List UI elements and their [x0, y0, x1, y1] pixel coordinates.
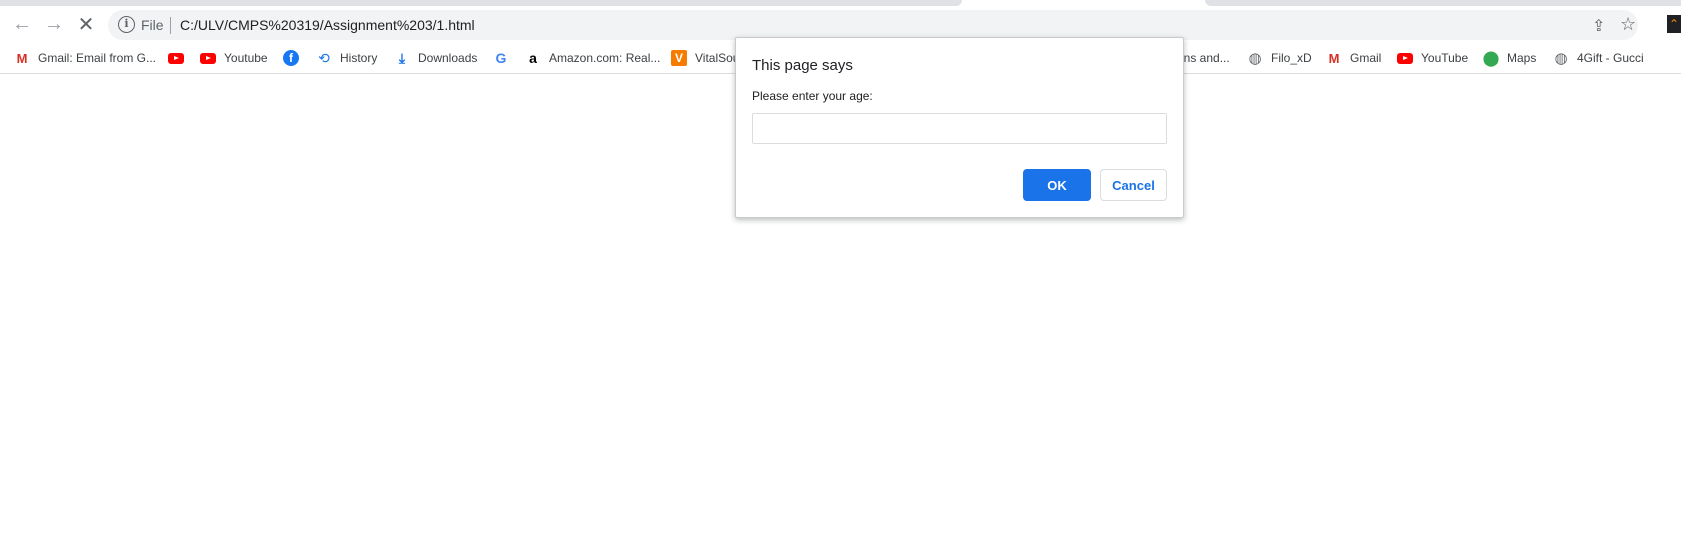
youtube-icon [168, 52, 184, 64]
bookmark-label: Downloads [418, 51, 478, 65]
maps-pin-icon: ⬤ [1482, 50, 1500, 67]
address-bar[interactable]: i File C:/ULV/CMPS%20319/Assignment%203/… [108, 10, 1638, 40]
bookmark-downloads[interactable]: ⤓ Downloads [394, 47, 477, 69]
youtube-icon [200, 52, 216, 64]
bookmark-label: Filo_xD [1271, 51, 1312, 65]
gmail-icon: M [1328, 50, 1340, 66]
bookmark-gmail-2[interactable]: M Gmail [1326, 47, 1382, 69]
age-input[interactable] [752, 113, 1167, 144]
stop-loading-icon[interactable]: ✕ [71, 11, 101, 37]
browser-window: ← → ✕ i File C:/ULV/CMPS%20319/Assignmen… [0, 0, 1681, 544]
forward-arrow-icon[interactable]: → [39, 11, 69, 37]
bookmark-label: VitalSou [695, 51, 740, 65]
globe-icon: ◍ [1248, 50, 1262, 67]
history-icon: ⟲ [318, 49, 330, 66]
globe-icon: ◍ [1554, 50, 1568, 67]
extension-icon[interactable]: ⌃ [1667, 15, 1681, 33]
bookmark-label: Gmail: Email from G... [38, 51, 157, 65]
bookmark-history[interactable]: ⟲ History [316, 47, 377, 69]
youtube-icon [1397, 52, 1413, 64]
bookmark-youtube[interactable]: Youtube [200, 47, 268, 69]
bookmark-google[interactable]: G [493, 47, 517, 69]
bookmark-vitalsource[interactable]: V VitalSou [671, 47, 739, 69]
bookmark-maps[interactable]: ⬤ Maps [1482, 47, 1537, 69]
share-icon[interactable]: ⇪ [1592, 16, 1605, 36]
gmail-icon: M [16, 50, 28, 66]
vitalsource-icon: V [671, 50, 687, 66]
bookmark-label: History [340, 51, 378, 65]
google-icon: G [495, 50, 507, 66]
bookmark-facebook[interactable]: f [283, 47, 307, 69]
dialog-title: This page says [752, 57, 853, 74]
bookmark-label: Youtube [224, 51, 268, 65]
facebook-icon: f [283, 50, 299, 66]
bookmark-label: 4Gift - Gucci [1577, 51, 1644, 65]
bookmark-label: ans and... [1177, 51, 1230, 65]
bookmark-amazon[interactable]: a Amazon.com: Real... [525, 47, 660, 69]
bookmark-youtube-2[interactable]: YouTube [1397, 47, 1468, 69]
site-info-icon[interactable]: i [118, 16, 135, 33]
bookmark-filo[interactable]: ◍ Filo_xD [1247, 47, 1312, 69]
back-arrow-icon[interactable]: ← [7, 11, 37, 37]
scheme-label: File [141, 17, 164, 33]
bookmark-label: Amazon.com: Real... [549, 51, 661, 65]
bookmark-label: Gmail [1350, 51, 1382, 65]
ok-button[interactable]: OK [1023, 169, 1091, 201]
bookmark-label: Maps [1507, 51, 1537, 65]
bookmark-youtube-icon-only[interactable] [168, 47, 192, 69]
amazon-icon: a [529, 50, 537, 66]
prompt-dialog: This page says Please enter your age: OK… [735, 37, 1184, 218]
address-separator [170, 17, 171, 34]
bookmark-partial[interactable]: ans and... [1177, 47, 1230, 69]
dialog-message: Please enter your age: [752, 89, 873, 103]
bookmark-gmail[interactable]: M Gmail: Email from G... [14, 47, 156, 69]
download-icon: ⤓ [398, 49, 406, 66]
bookmark-4gift[interactable]: ◍ 4Gift - Gucci [1553, 47, 1644, 69]
bookmark-star-icon[interactable]: ☆ [1620, 14, 1636, 35]
bookmark-label: YouTube [1421, 51, 1469, 65]
url-text[interactable]: C:/ULV/CMPS%20319/Assignment%203/1.html [180, 17, 475, 33]
cancel-button[interactable]: Cancel [1100, 169, 1167, 201]
